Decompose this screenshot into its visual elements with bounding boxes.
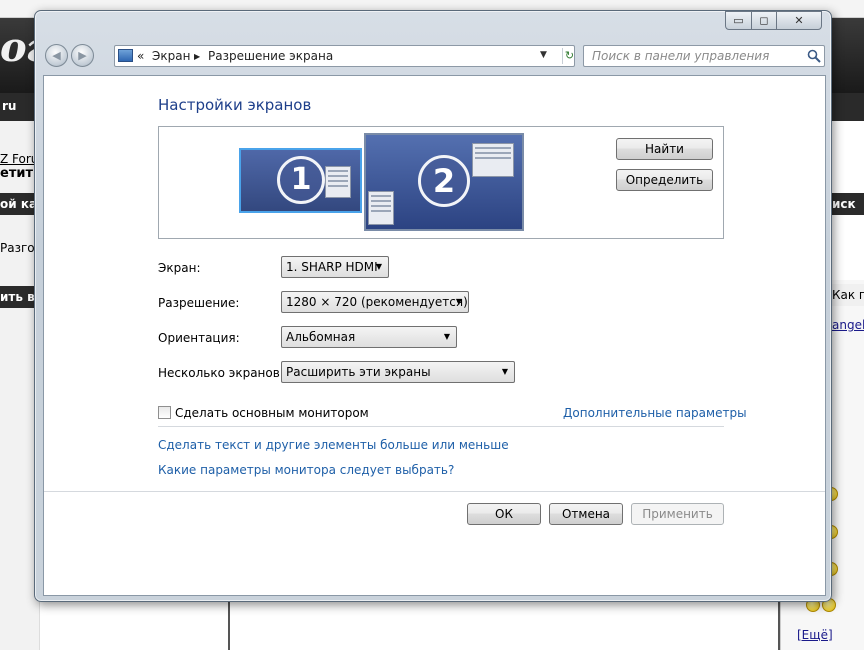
orientation-select[interactable]: Альбомная ▼: [281, 326, 457, 348]
refresh-icon[interactable]: ↻: [562, 48, 576, 64]
search-placeholder: Поиск в панели управления: [592, 49, 770, 63]
monitor-1[interactable]: 1: [239, 148, 362, 213]
screen-resolution-panel: Настройки экранов 1 2 Найти Определить Э…: [43, 75, 826, 596]
address-bar[interactable]: « Экран ▶ Разрешение экрана ▼ ↻: [114, 45, 575, 67]
primary-monitor-label[interactable]: Сделать основным монитором: [175, 406, 369, 420]
resolution-select-value: 1280 × 720 (рекомендуется): [286, 295, 468, 309]
monitor-1-number: 1: [277, 156, 325, 204]
resolution-select[interactable]: 1280 × 720 (рекомендуется) ▼: [281, 291, 469, 313]
mini-window-icon: [325, 166, 351, 198]
display-select[interactable]: 1. SHARP HDMI ▼: [281, 256, 389, 278]
text-size-link[interactable]: Сделать текст и другие элементы больше и…: [158, 438, 509, 452]
cancel-button[interactable]: Отмена: [549, 503, 623, 525]
display-label: Экран:: [158, 261, 201, 275]
multiple-displays-select-value: Расширить эти экраны: [286, 365, 431, 379]
address-overflow-chevron[interactable]: «: [137, 49, 144, 63]
breadcrumb-fragment: Разго: [0, 241, 35, 255]
chevron-down-icon: ▼: [455, 297, 462, 306]
control-panel-icon: [118, 49, 133, 62]
mini-window-icon: [472, 143, 514, 177]
display-select-value: 1. SHARP HDMI: [286, 260, 378, 274]
orientation-select-value: Альбомная: [286, 330, 356, 344]
maximize-button[interactable]: ◻: [751, 11, 777, 30]
more-smileys-link[interactable]: [Ещё]: [797, 628, 833, 642]
breadcrumb-resolution[interactable]: Разрешение экрана: [208, 49, 333, 63]
monitor-2-number: 2: [418, 155, 470, 207]
monitor-help-link[interactable]: Какие параметры монитора следует выбрать…: [158, 463, 454, 477]
minimize-button[interactable]: ▭: [725, 11, 752, 30]
search-box[interactable]: Поиск в панели управления: [583, 45, 825, 67]
right-text-fragment: Как п: [832, 284, 864, 306]
identify-button[interactable]: Определить: [616, 169, 713, 191]
close-button[interactable]: ✕: [776, 11, 822, 30]
search-bar-fragment: иск: [832, 193, 864, 215]
back-button[interactable]: ◀: [45, 44, 68, 67]
chevron-down-icon: ▼: [443, 332, 450, 341]
forum-link[interactable]: Z Foru: [0, 152, 38, 166]
orientation-label: Ориентация:: [158, 331, 240, 345]
address-dropdown-icon[interactable]: ▼: [540, 50, 547, 60]
page-title: Настройки экранов: [158, 96, 312, 114]
chevron-down-icon: ▼: [501, 367, 508, 376]
ok-button[interactable]: ОК: [467, 503, 541, 525]
chevron-down-icon: ▼: [375, 262, 382, 271]
forward-button[interactable]: ▶: [71, 44, 94, 67]
advanced-settings-link[interactable]: Дополнительные параметры: [563, 406, 747, 420]
resolution-label: Разрешение:: [158, 296, 240, 310]
breadcrumb-display[interactable]: Экран: [152, 49, 190, 63]
multiple-displays-label: Несколько экранов:: [158, 366, 284, 380]
divider: [44, 491, 825, 492]
detect-button[interactable]: Найти: [616, 138, 713, 160]
site-nav-text: ru: [2, 99, 17, 113]
primary-monitor-checkbox[interactable]: [158, 406, 171, 419]
mini-window-icon: [368, 191, 394, 225]
breadcrumb-separator-icon[interactable]: ▶: [194, 52, 200, 61]
display-preview: 1 2 Найти Определить: [158, 126, 724, 239]
multiple-displays-select[interactable]: Расширить эти экраны ▼: [281, 361, 515, 383]
control-panel-window: ▭ ◻ ✕ ◀ ▶ « Экран ▶ Разрешение экрана ▼ …: [34, 10, 832, 602]
apply-button[interactable]: Применить: [631, 503, 724, 525]
search-icon[interactable]: [807, 49, 821, 63]
divider: [158, 426, 724, 427]
right-user-link[interactable]: angel-: [832, 318, 864, 332]
monitor-2[interactable]: 2: [364, 133, 524, 231]
site-bottom-frame: [228, 600, 780, 650]
